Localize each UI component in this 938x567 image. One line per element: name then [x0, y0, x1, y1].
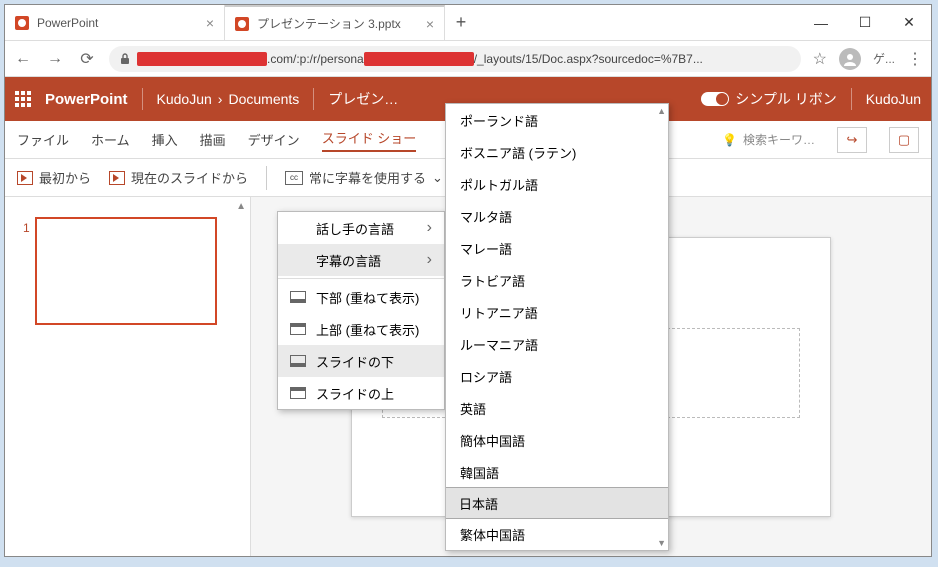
from-beginning-button[interactable]: 最初から [17, 168, 91, 187]
language-item[interactable]: リトアニア語 [446, 296, 668, 328]
comments-button[interactable]: ▢ [889, 127, 919, 153]
document-name[interactable]: プレゼン… [328, 89, 398, 109]
language-item[interactable]: 英語 [446, 392, 668, 424]
ribbon-toggle[interactable]: シンプル リボン [701, 89, 836, 109]
language-item[interactable]: ポルトガル語 [446, 168, 668, 200]
powerpoint-icon [15, 16, 29, 30]
tab-insert[interactable]: 挿入 [152, 130, 178, 149]
language-menu: ▲ ▼ ポーランド語ボスニア語 (ラテン)ポルトガル語マルタ語マレー語ラトビア語… [445, 103, 669, 551]
menu-item[interactable]: 字幕の言語 [278, 244, 444, 276]
language-item[interactable]: マレー語 [446, 232, 668, 264]
reload-button[interactable]: ⟳ [77, 49, 97, 69]
always-subtitle-button[interactable]: cc 常に字幕を使用する ⌄ [285, 168, 443, 187]
tab-title: プレゼンテーション 3.pptx [257, 15, 401, 32]
window-controls: — ☐ ✕ [799, 5, 931, 40]
language-item[interactable]: 簡体中国語 [446, 424, 668, 456]
language-item[interactable]: マルタ語 [446, 200, 668, 232]
play-icon [109, 171, 125, 185]
menu-item[interactable]: 話し手の言語 [278, 212, 444, 244]
lock-icon [119, 53, 131, 65]
tab-slideshow[interactable]: スライド ショー [322, 128, 417, 152]
menu-item[interactable]: 上部 (重ねて表示) [278, 313, 444, 345]
thumbnail-pane[interactable]: ▲ 1 [5, 197, 251, 556]
lightbulb-icon: 💡 [722, 133, 737, 147]
forward-button[interactable]: → [45, 50, 65, 68]
profile-avatar[interactable] [839, 48, 861, 70]
slide-number: 1 [23, 221, 30, 235]
address-actions: ☆ ゲ... ⋮ [813, 48, 923, 70]
close-icon[interactable]: × [206, 15, 214, 31]
search-box[interactable]: 💡 検索キーワ… [722, 131, 815, 148]
separator [266, 166, 267, 190]
user-label[interactable]: KudoJun [866, 91, 921, 107]
tab-draw[interactable]: 描画 [200, 130, 226, 149]
browser-tab-1[interactable]: プレゼンテーション 3.pptx × [225, 5, 445, 40]
powerpoint-icon [235, 17, 249, 31]
star-icon[interactable]: ☆ [813, 49, 827, 69]
from-current-button[interactable]: 現在のスライドから [109, 168, 248, 187]
scroll-down-icon[interactable]: ▼ [657, 538, 666, 548]
separator [851, 88, 852, 110]
language-item[interactable]: ラトビア語 [446, 264, 668, 296]
url-text: .com/:p:/r/persona [267, 52, 364, 66]
menu-item[interactable]: スライドの下 [278, 345, 444, 377]
language-item[interactable]: 韓国語 [446, 456, 668, 488]
language-item[interactable]: 繁体中国語 [446, 518, 668, 550]
redacted-bar [364, 52, 474, 66]
tab-design[interactable]: デザイン [248, 130, 300, 149]
tab-title: PowerPoint [37, 16, 98, 30]
toggle-switch-icon [701, 92, 729, 106]
separator [313, 88, 314, 110]
brand-label[interactable]: PowerPoint [45, 91, 128, 108]
language-item[interactable]: ロシア語 [446, 360, 668, 392]
address-bar: ← → ⟳ .com/:p:/r/persona /_layouts/15/Do… [5, 41, 931, 77]
slide-thumbnail-1[interactable] [35, 217, 217, 325]
language-item[interactable]: ルーマニア語 [446, 328, 668, 360]
breadcrumb[interactable]: KudoJun › Documents [157, 91, 300, 107]
position-icon [290, 291, 306, 303]
play-icon [17, 171, 33, 185]
close-button[interactable]: ✕ [887, 5, 931, 40]
profile-label: ゲ... [873, 50, 895, 67]
close-icon[interactable]: × [426, 16, 434, 32]
position-icon [290, 387, 306, 399]
redacted-bar [137, 52, 267, 66]
tab-home[interactable]: ホーム [91, 130, 130, 149]
minimize-button[interactable]: — [799, 5, 843, 40]
share-button[interactable]: ↪ [837, 127, 867, 153]
subtitle-menu: 話し手の言語字幕の言語下部 (重ねて表示)上部 (重ねて表示)スライドの下スライ… [277, 211, 445, 410]
menu-item[interactable]: スライドの上 [278, 377, 444, 409]
app-launcher-icon[interactable] [15, 91, 31, 107]
maximize-button[interactable]: ☐ [843, 5, 887, 40]
separator [142, 88, 143, 110]
language-item[interactable]: ポーランド語 [446, 104, 668, 136]
url-field[interactable]: .com/:p:/r/persona /_layouts/15/Doc.aspx… [109, 46, 801, 72]
scroll-up-icon[interactable]: ▲ [657, 106, 666, 116]
chevron-right-icon: › [218, 91, 223, 107]
language-item[interactable]: ボスニア語 (ラテン) [446, 136, 668, 168]
chevron-down-icon: ⌄ [432, 170, 443, 186]
scroll-up-icon[interactable]: ▲ [236, 201, 246, 212]
browser-window: PowerPoint × プレゼンテーション 3.pptx × + — ☐ ✕ … [4, 4, 932, 557]
titlebar: PowerPoint × プレゼンテーション 3.pptx × + — ☐ ✕ [5, 5, 931, 41]
new-tab-button[interactable]: + [445, 5, 477, 40]
cc-icon: cc [285, 171, 303, 185]
browser-tab-0[interactable]: PowerPoint × [5, 5, 225, 40]
language-item[interactable]: 日本語 [445, 487, 669, 519]
tab-file[interactable]: ファイル [17, 130, 69, 149]
position-icon [290, 323, 306, 335]
menu-icon[interactable]: ⋮ [907, 49, 923, 69]
position-icon [290, 355, 306, 367]
url-text: /_layouts/15/Doc.aspx?sourcedoc=%7B7... [474, 52, 703, 66]
back-button[interactable]: ← [13, 50, 33, 68]
menu-item[interactable]: 下部 (重ねて表示) [278, 281, 444, 313]
